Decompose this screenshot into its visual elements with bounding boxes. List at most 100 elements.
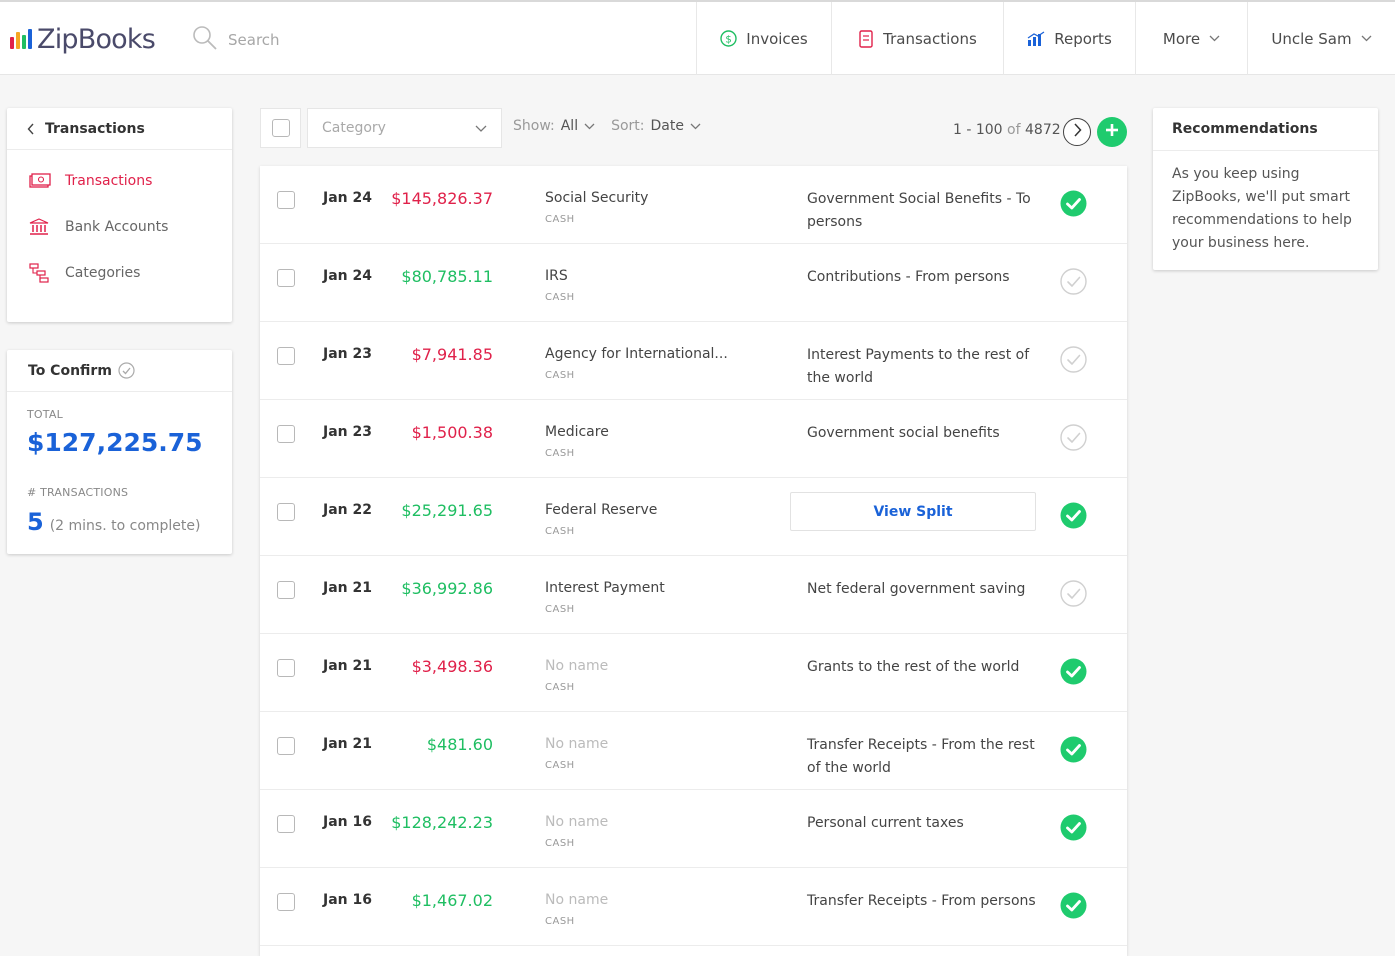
category-filter-dropdown[interactable]: Category [307,108,502,148]
search-input[interactable]: Search [228,31,280,49]
select-all-box [260,108,301,148]
unconfirmed-check-icon[interactable] [1060,268,1087,295]
transaction-account: CASH [545,682,575,693]
transaction-category[interactable]: Transfer Receipts - From persons [807,890,1047,913]
confirmed-check-icon[interactable] [1060,736,1087,763]
chevron-down-icon [1209,35,1220,42]
transaction-category[interactable]: Transfer Receipts - From the rest of the… [807,734,1047,780]
bank-icon [29,218,51,236]
transaction-amount: $128,242.23 [391,813,493,832]
select-all-checkbox[interactable] [271,119,290,137]
transaction-payee[interactable]: IRS [545,268,568,284]
nav-transactions[interactable]: Transactions [831,2,1003,75]
confirmed-check-icon[interactable] [1060,658,1087,685]
row-checkbox[interactable] [277,269,295,287]
list-filters: Show: All Sort: Date [513,118,701,134]
transaction-amount: $481.60 [426,735,493,754]
transaction-account: CASH [545,292,575,303]
show-filter-dropdown[interactable]: All [561,118,595,134]
transaction-category[interactable]: Net federal government saving [807,578,1047,601]
transaction-account: CASH [545,526,575,537]
transaction-payee[interactable]: Agency for International... [545,346,728,362]
table-row[interactable]: Jan 24 $80,785.11 IRS CASH Contributions… [260,244,1127,322]
row-checkbox[interactable] [277,815,295,833]
sidebar-item-categories[interactable]: Categories [7,250,232,296]
sidebar-item-label: Bank Accounts [65,219,169,235]
transactions-count-label: # TRANSACTIONS [27,486,129,499]
transaction-category[interactable]: Government Social Benefits - To persons [807,188,1047,234]
sort-dropdown[interactable]: Date [651,118,701,134]
brand-name: ZipBooks [37,23,156,55]
transaction-category[interactable]: Interest Payments to the rest of the wor… [807,344,1047,390]
transaction-payee[interactable]: No name [545,736,608,752]
category-filter-placeholder: Category [322,120,386,136]
row-checkbox[interactable] [277,659,295,677]
row-checkbox[interactable] [277,503,295,521]
unconfirmed-check-icon[interactable] [1060,424,1087,451]
unconfirmed-check-icon[interactable] [1060,346,1087,373]
nav-more[interactable]: More [1135,2,1247,75]
row-checkbox[interactable] [277,191,295,209]
table-row[interactable]: Jan 22 $25,291.65 Federal Reserve CASH V… [260,478,1127,556]
transaction-payee[interactable]: No name [545,814,608,830]
sidebar-item-transactions[interactable]: Transactions [7,158,232,204]
transaction-payee[interactable]: Social Security [545,190,648,206]
transaction-payee[interactable]: Medicare [545,424,609,440]
row-checkbox[interactable] [277,425,295,443]
add-transaction-button[interactable] [1097,117,1127,147]
table-row[interactable]: Jan 16 $128,242.23 No name CASH Personal… [260,790,1127,868]
row-checkbox[interactable] [277,581,295,599]
transaction-amount: $145,826.37 [391,189,493,208]
transaction-payee[interactable]: Federal Reserve [545,502,657,518]
chevron-down-icon [584,123,595,130]
confirmed-check-icon[interactable] [1060,814,1087,841]
logo-bars-icon [10,29,32,49]
table-row[interactable]: Jan 24 $145,826.37 Social Security CASH … [260,166,1127,244]
transaction-category[interactable]: Government social benefits [807,422,1047,445]
table-row[interactable]: Jan 21 $3,498.36 No name CASH Grants to … [260,634,1127,712]
nav-reports[interactable]: Reports [1003,2,1135,75]
row-checkbox[interactable] [277,347,295,365]
confirmed-check-icon[interactable] [1060,892,1087,919]
transaction-amount: $36,992.86 [401,579,493,598]
sidebar-item-bank-accounts[interactable]: Bank Accounts [7,204,232,250]
pagination-info: 1 - 100 of 4872 [953,122,1061,138]
sidebar-title: Transactions [45,120,145,137]
transaction-date: Jan 23 [323,346,372,362]
table-row[interactable]: Jan 23 $1,500.38 Medicare CASH Governmen… [260,400,1127,478]
transaction-payee[interactable]: No name [545,892,608,908]
row-checkbox[interactable] [277,893,295,911]
transaction-payee[interactable]: Interest Payment [545,580,665,596]
transaction-date: Jan 23 [323,424,372,440]
sidebar-item-label: Categories [65,265,141,281]
view-split-button[interactable]: View Split [790,492,1036,531]
transaction-category[interactable]: Contributions - From persons [807,266,1047,289]
transaction-category[interactable]: Personal current taxes [807,812,1047,835]
sidebar-nav: Transactions Transactions Bank Accounts … [7,108,232,322]
user-menu[interactable]: Uncle Sam [1247,2,1395,75]
transaction-account: CASH [545,760,575,771]
transaction-account: CASH [545,448,575,459]
table-row[interactable]: Jan 21 $36,992.86 Interest Payment CASH … [260,556,1127,634]
plus-icon [1104,122,1120,142]
table-row[interactable]: Jan 21 $481.60 No name CASH Transfer Rec… [260,712,1127,790]
zipbooks-logo[interactable]: ZipBooks [10,22,156,56]
unconfirmed-check-icon[interactable] [1060,580,1087,607]
table-row[interactable]: Jan 16 $1,467.02 No name CASH Transfer R… [260,868,1127,946]
show-label: Show: [513,118,555,134]
transaction-account: CASH [545,370,575,381]
transaction-payee[interactable]: No name [545,658,608,674]
transaction-category[interactable]: Grants to the rest of the world [807,656,1047,679]
confirmed-check-icon[interactable] [1060,190,1087,217]
next-page-button[interactable] [1063,118,1091,146]
chevron-down-icon [690,123,701,130]
total-value: $127,225.75 [27,428,203,457]
nav-invoices[interactable]: $ Invoices [696,2,831,75]
transaction-date: Jan 16 [323,814,372,830]
confirmed-check-icon[interactable] [1060,502,1087,529]
sidebar-back-link[interactable]: Transactions [7,108,232,150]
row-checkbox[interactable] [277,737,295,755]
search-box[interactable]: Search [192,26,280,54]
table-row[interactable]: Jan 23 $7,941.85 Agency for Internationa… [260,322,1127,400]
recommendations-panel: Recommendations As you keep using ZipBoo… [1153,108,1378,270]
